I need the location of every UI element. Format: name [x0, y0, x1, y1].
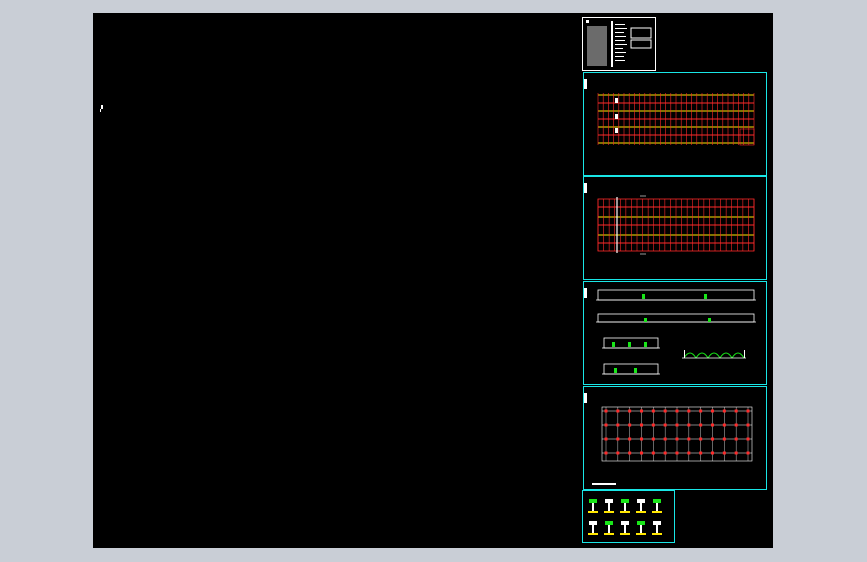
elevations-graphic [584, 288, 756, 375]
cursor-marker-tail [100, 109, 101, 112]
details-graphic [588, 499, 662, 535]
title-sheet-graphic [586, 20, 652, 67]
details-sheet[interactable] [582, 490, 675, 543]
foundation-plan-sheet[interactable] [583, 72, 767, 176]
cursor-marker [101, 105, 103, 109]
column-grid-plan-sheet[interactable] [583, 386, 767, 490]
elevations-sheet[interactable] [583, 281, 767, 385]
foundation-plan-graphic [584, 79, 755, 146]
drawing-viewport[interactable] [93, 13, 773, 548]
column-grid-plan-graphic [584, 393, 753, 485]
roof-plan-sheet[interactable] [583, 176, 767, 280]
title-sheet[interactable] [582, 17, 656, 71]
roof-plan-graphic [584, 183, 755, 255]
